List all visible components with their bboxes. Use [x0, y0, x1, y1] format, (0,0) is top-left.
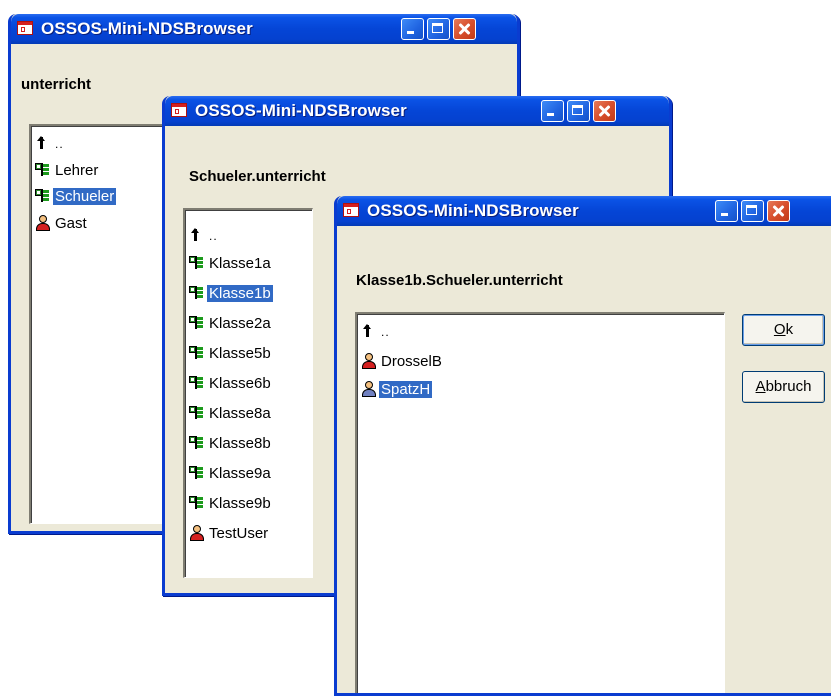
maximize-button[interactable] — [427, 18, 450, 40]
object-list[interactable]: .. DrosselB SpatzH — [355, 312, 725, 693]
org-unit-icon — [35, 162, 51, 178]
list-item[interactable]: Klasse5b — [189, 344, 273, 364]
current-path: Schueler.unterricht — [189, 168, 326, 185]
list-item[interactable]: TestUser — [189, 524, 270, 544]
browser-window-3: OSSOS-Mini-NDSBrowser Klasse1b.Schueler.… — [334, 196, 831, 696]
object-list[interactable]: .. Klasse1a Klasse1b Klasse2a Klasse5b K… — [183, 208, 313, 578]
org-unit-icon — [35, 188, 51, 204]
user-icon — [361, 353, 377, 369]
up-icon — [361, 323, 377, 339]
list-item[interactable]: DrosselB — [361, 352, 444, 372]
org-unit-icon — [189, 285, 205, 301]
list-item-up[interactable]: .. — [189, 226, 220, 246]
maximize-button[interactable] — [741, 200, 764, 222]
title-bar[interactable]: OSSOS-Mini-NDSBrowser — [165, 96, 669, 126]
up-icon — [35, 135, 51, 151]
minimize-button[interactable] — [715, 200, 738, 222]
app-icon[interactable] — [343, 203, 359, 217]
maximize-button[interactable] — [567, 100, 590, 122]
window-title: OSSOS-Mini-NDSBrowser — [41, 19, 253, 38]
org-unit-icon — [189, 495, 205, 511]
user-icon — [189, 525, 205, 541]
window-title: OSSOS-Mini-NDSBrowser — [195, 101, 407, 120]
list-item-selected[interactable]: SpatzH — [361, 380, 434, 400]
up-icon — [189, 227, 205, 243]
app-icon[interactable] — [171, 103, 187, 117]
title-bar[interactable]: OSSOS-Mini-NDSBrowser — [337, 196, 831, 226]
org-unit-icon — [189, 255, 205, 271]
org-unit-icon — [189, 435, 205, 451]
object-list[interactable]: .. Lehrer Schueler Gast — [29, 124, 169, 524]
list-item[interactable]: Klasse8b — [189, 434, 273, 454]
title-bar[interactable]: OSSOS-Mini-NDSBrowser — [11, 14, 517, 44]
app-icon[interactable] — [17, 21, 33, 35]
org-unit-icon — [189, 405, 205, 421]
user-icon — [361, 381, 377, 397]
cancel-button[interactable]: Abbruch — [742, 371, 825, 403]
list-item-selected[interactable]: Klasse1b — [189, 284, 274, 304]
org-unit-icon — [189, 345, 205, 361]
list-item[interactable]: Klasse1a — [189, 254, 273, 274]
list-item-up[interactable]: .. — [361, 322, 392, 342]
list-item[interactable]: Klasse2a — [189, 314, 273, 334]
list-item-up[interactable]: .. — [35, 134, 66, 154]
user-icon — [35, 215, 51, 231]
org-unit-icon — [189, 375, 205, 391]
list-item[interactable]: Klasse9b — [189, 494, 273, 514]
org-unit-icon — [189, 315, 205, 331]
window-title: OSSOS-Mini-NDSBrowser — [367, 201, 579, 220]
minimize-button[interactable] — [401, 18, 424, 40]
close-button[interactable] — [593, 100, 616, 122]
current-path: unterricht — [21, 76, 92, 93]
list-item-selected[interactable]: Schueler — [35, 187, 118, 207]
list-item[interactable]: Klasse8a — [189, 404, 273, 424]
list-item[interactable]: Gast — [35, 214, 89, 234]
list-item[interactable]: Klasse6b — [189, 374, 273, 394]
minimize-button[interactable] — [541, 100, 564, 122]
ok-button[interactable]: Ok — [742, 314, 825, 346]
current-path: Klasse1b.Schueler.unterricht — [356, 272, 563, 289]
list-item[interactable]: Klasse9a — [189, 464, 273, 484]
org-unit-icon — [189, 465, 205, 481]
list-item[interactable]: Lehrer — [35, 161, 100, 181]
close-button[interactable] — [453, 18, 476, 40]
close-button[interactable] — [767, 200, 790, 222]
